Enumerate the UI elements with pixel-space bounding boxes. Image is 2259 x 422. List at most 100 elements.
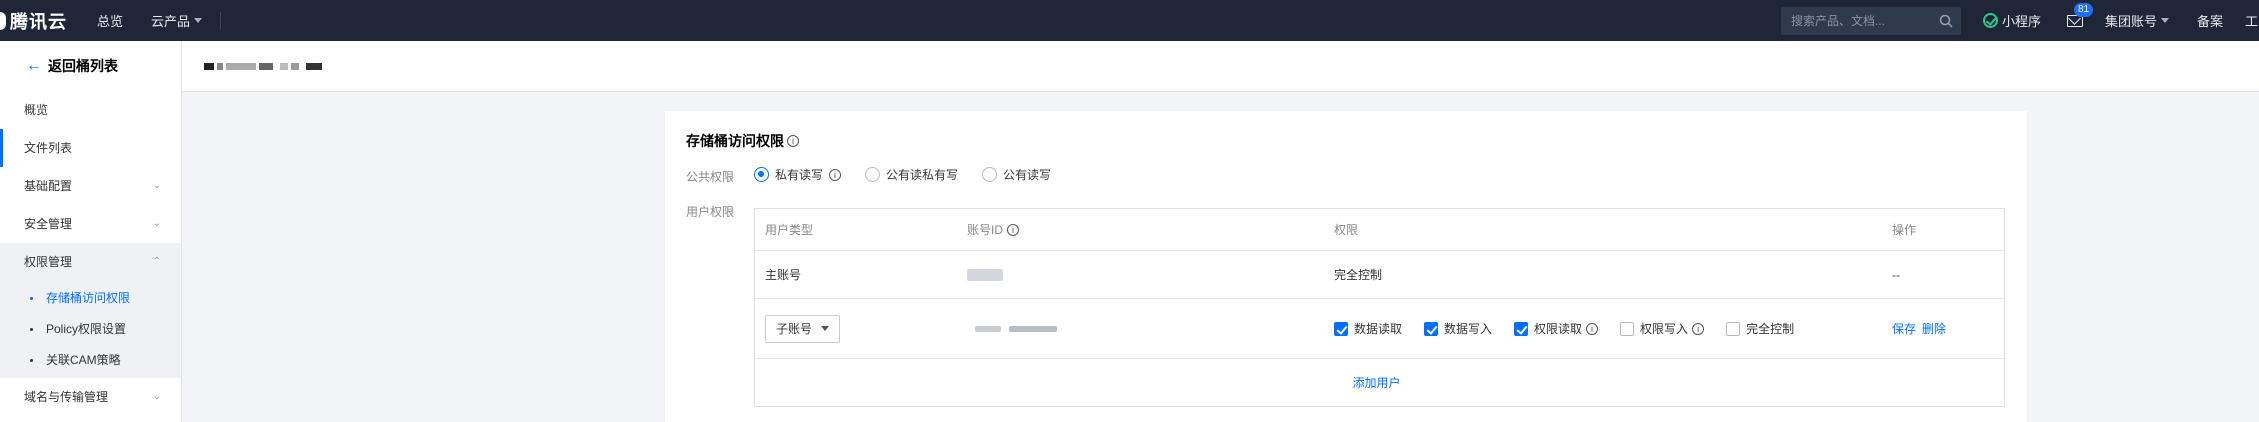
radio-button[interactable] (982, 167, 998, 182)
user-type-select-value: 子账号 (776, 322, 813, 336)
info-icon[interactable]: i (787, 135, 799, 147)
card-title-text: 存储桶访问权限 (686, 133, 784, 149)
sidebar-subitem-cam[interactable]: 关联CAM策略 (0, 345, 181, 376)
sidebar-subitem-policy[interactable]: Policy权限设置 (0, 314, 181, 345)
sidebar-item-file-list[interactable]: 文件列表 (0, 129, 181, 167)
sidebar-subitem-label: 关联CAM策略 (46, 353, 121, 367)
mail-icon[interactable]: 81 (2066, 2, 2094, 27)
user-type-cell: 子账号 (765, 299, 840, 358)
sidebar-item-label: 权限管理 (24, 255, 73, 269)
logo-icon (0, 11, 6, 30)
bucket-acl-card: 存储桶访问权限 i 公共权限 私有读写 i 公有读私有写 公有读写 用户权限 用… (665, 111, 2027, 422)
radio-button[interactable] (865, 167, 881, 182)
bucket-header (182, 41, 2259, 92)
logo[interactable]: 腾讯云 (0, 0, 67, 41)
checkbox[interactable] (1424, 321, 1439, 336)
sidebar-item-domain-transfer[interactable]: 域名与传输管理 ⌄ (0, 378, 181, 416)
user-type-select[interactable]: 子账号 (765, 314, 840, 343)
top-nav: 腾讯云 总览 云产品 小程序 81 集团账号 备案 工 (0, 0, 2259, 41)
checkbox-label: 权限读取 (1534, 322, 1583, 336)
tools-link[interactable]: 工 (2245, 11, 2259, 30)
sidebar-item-permissions[interactable]: 权限管理 ⌃ (0, 243, 181, 281)
checkbox[interactable] (1620, 321, 1635, 336)
account-menu[interactable]: 集团账号 (2105, 11, 2169, 30)
bucket-name-redacted (204, 62, 325, 70)
search-box[interactable] (1780, 6, 1961, 35)
info-icon[interactable]: i (1692, 322, 1705, 335)
mini-program-label: 小程序 (2001, 14, 2041, 29)
delete-button[interactable]: 删除 (1922, 320, 1946, 337)
radio-button[interactable] (754, 167, 769, 182)
checkbox[interactable] (1514, 321, 1529, 336)
perm-data-write[interactable]: 数据写入 (1424, 320, 1492, 337)
user-permission-label: 用户权限 (686, 205, 735, 219)
checkbox[interactable] (1334, 321, 1348, 336)
radio-public-rw[interactable]: 公有读写 (982, 166, 1051, 183)
sidebar-item-label: 域名与传输管理 (24, 390, 109, 404)
col-account-id-label: 账号ID (967, 223, 1004, 237)
logo-text: 腾讯云 (10, 11, 67, 32)
info-icon[interactable]: i (1007, 223, 1020, 236)
nav-overview[interactable]: 总览 (97, 11, 123, 30)
radio-label: 私有读写 (775, 168, 824, 182)
col-user-type: 用户类型 (765, 223, 814, 237)
account-label: 集团账号 (2104, 14, 2157, 29)
col-account-id: 账号ID i (967, 209, 1020, 250)
sidebar: ← 返回桶列表 概览 文件列表 基础配置 ⌄ 安全管理 ⌄ 权限管理 ⌃ 存储桶… (0, 41, 182, 422)
sidebar-item-overview[interactable]: 概览 (0, 91, 181, 129)
info-icon[interactable]: i (829, 168, 842, 181)
user-type-cell: 主账号 (765, 268, 802, 282)
user-permission-table: 用户类型 账号ID i 权限 操作 主账号 完全控制 -- 子账号 数据读取 数… (754, 208, 2005, 407)
perm-acl-read[interactable]: 权限读取 i (1514, 320, 1599, 337)
redacted-block (967, 268, 1003, 281)
chevron-down-icon: ⌄ (152, 180, 161, 191)
account-id-redacted (967, 251, 1003, 298)
chevron-down-icon (194, 18, 203, 23)
chevron-down-icon: ⌄ (152, 391, 161, 402)
checkbox-label: 数据写入 (1444, 322, 1493, 336)
checkbox-label: 权限写入 (1640, 322, 1689, 336)
radio-label: 公有读写 (1003, 168, 1052, 182)
save-button[interactable]: 保存 (1892, 320, 1916, 337)
checkbox-label: 完全控制 (1746, 322, 1795, 336)
sidebar-item-label: 安全管理 (24, 217, 73, 231)
account-id-input-redacted[interactable] (975, 299, 1057, 358)
mail-badge: 81 (2073, 2, 2094, 17)
sidebar-subitem-bucket-acl[interactable]: 存储桶访问权限 (0, 283, 181, 314)
checkbox[interactable] (1726, 321, 1741, 336)
chevron-up-icon: ⌃ (152, 256, 161, 267)
col-action: 操作 (1892, 223, 1917, 237)
sidebar-item-security[interactable]: 安全管理 ⌄ (0, 205, 181, 243)
bullet-icon (30, 359, 33, 362)
beian-link[interactable]: 备案 (2197, 11, 2223, 30)
action-cell: 保存 删除 (1892, 299, 1952, 358)
sidebar-item-label: 文件列表 (24, 141, 73, 155)
bullet-icon (30, 328, 33, 331)
action-cell: -- (1892, 267, 1900, 282)
sidebar-subitem-label: Policy权限设置 (46, 322, 127, 336)
redacted-block (975, 325, 1001, 332)
sidebar-item-basic-config[interactable]: 基础配置 ⌄ (0, 167, 181, 205)
perm-data-read[interactable]: 数据读取 (1334, 320, 1402, 337)
mini-program-link[interactable]: 小程序 (1982, 11, 2041, 30)
checkbox-label: 数据读取 (1354, 322, 1403, 336)
table-header-row: 用户类型 账号ID i 权限 操作 (755, 209, 2004, 251)
info-icon[interactable]: i (1586, 322, 1599, 335)
chevron-down-icon: ⌄ (152, 218, 161, 229)
divider (220, 11, 222, 30)
arrow-left-icon: ← (26, 57, 42, 74)
public-permission-radio-group: 私有读写 i 公有读私有写 公有读写 (754, 166, 1075, 183)
table-row: 主账号 完全控制 -- (755, 251, 2004, 299)
add-user-button[interactable]: 添加用户 (1352, 374, 1400, 391)
radio-private-rw[interactable]: 私有读写 i (754, 166, 842, 183)
search-input[interactable] (1790, 13, 1921, 28)
search-icon[interactable] (1939, 14, 1953, 28)
back-to-bucket-list[interactable]: ← 返回桶列表 (0, 41, 181, 91)
card-title: 存储桶访问权限 i (686, 131, 799, 151)
radio-public-read-private-write[interactable]: 公有读私有写 (865, 166, 958, 183)
add-user-cell: 添加用户 (755, 359, 2004, 406)
permissions-submenu: 存储桶访问权限 Policy权限设置 关联CAM策略 (0, 281, 181, 378)
perm-full-control[interactable]: 完全控制 (1726, 320, 1794, 337)
perm-acl-write[interactable]: 权限写入 i (1620, 320, 1705, 337)
nav-products[interactable]: 云产品 (151, 11, 203, 30)
